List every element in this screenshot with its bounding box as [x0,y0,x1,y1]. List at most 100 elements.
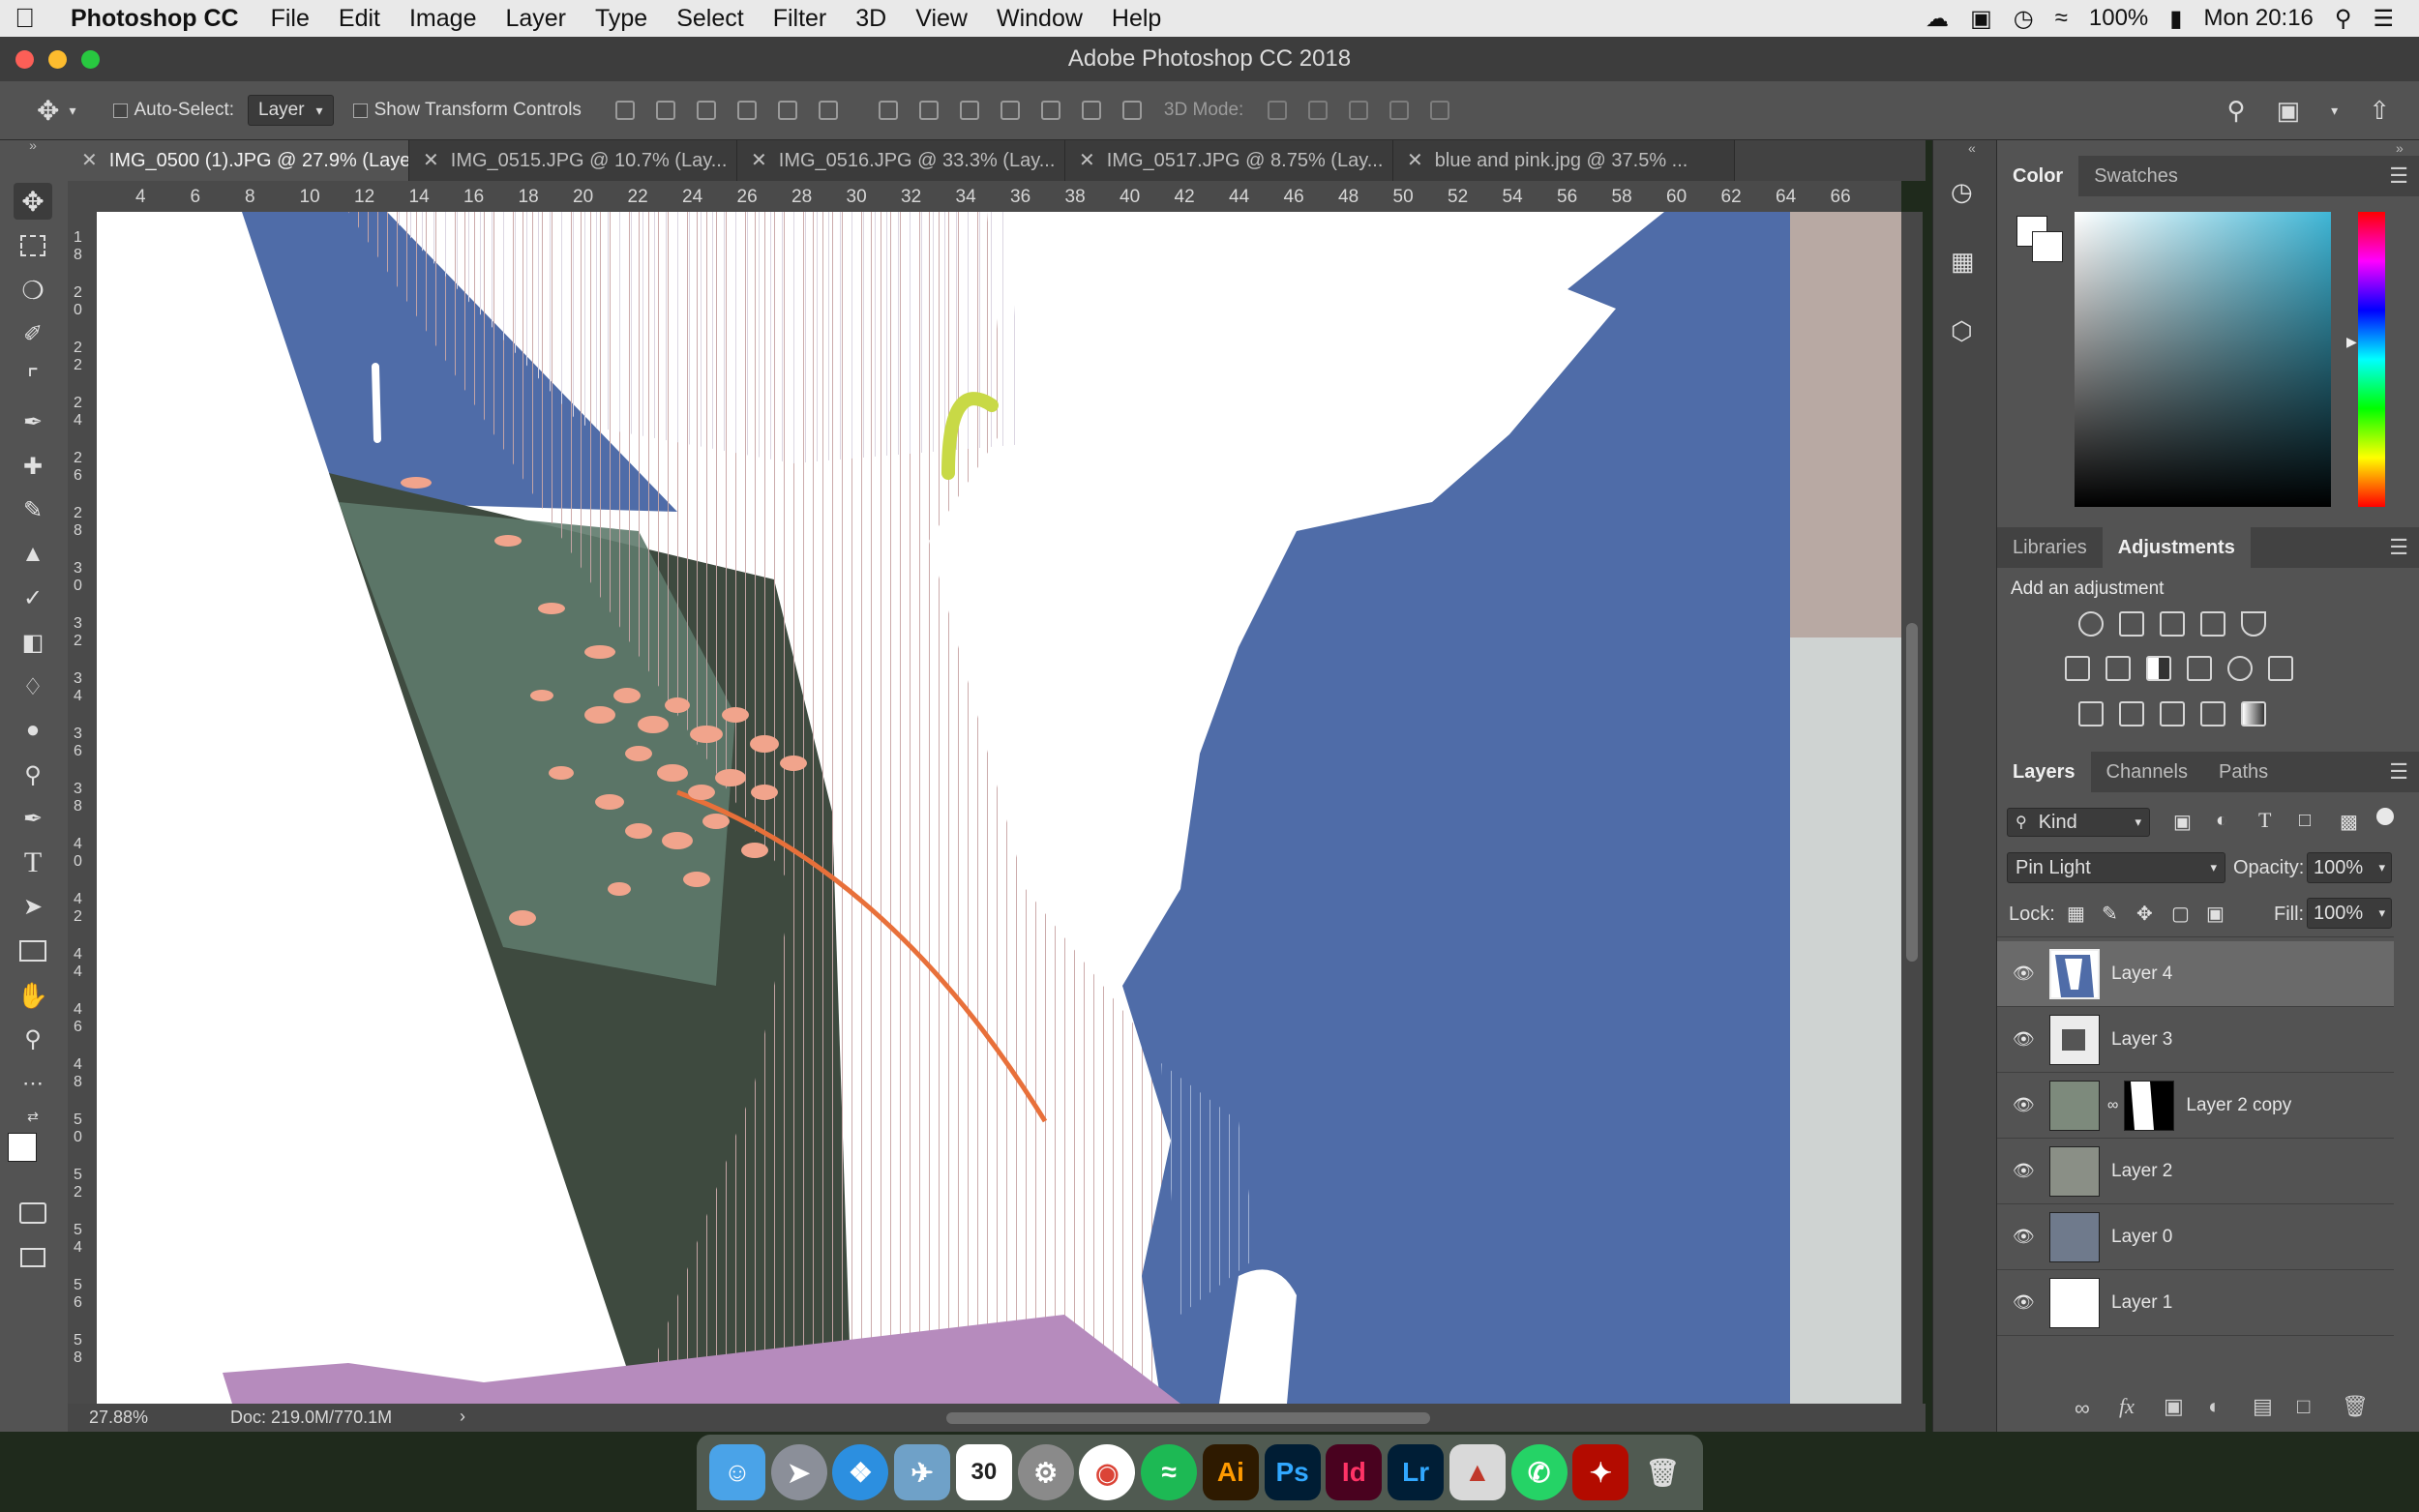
channel-mixer-icon[interactable] [2227,656,2253,681]
color-lookup-icon[interactable] [2268,656,2293,681]
vertical-ruler[interactable]: 18 20 22 24 26 28 30 32 34 36 38 40 42 44 46 48 50 52 54 56… [68,212,98,1404]
apple-icon[interactable]:  [0,3,49,34]
hand-tool-icon[interactable]: ✋ [14,977,52,1014]
color-field[interactable] [2075,212,2331,507]
black-white-icon[interactable] [2146,656,2171,681]
whatsapp-icon[interactable]: ✆ [1510,1444,1568,1500]
minimize-window-button[interactable] [48,50,67,69]
show-transform-toggle[interactable]: Show Transform Controls [352,100,582,121]
menu-select[interactable]: Select [662,5,758,33]
blur-tool-icon[interactable]: ● [14,712,52,749]
panel-menu-icon[interactable]: ☰ [2389,535,2408,560]
visibility-eye-icon[interactable]: 👁 [2013,1292,2038,1313]
zoom-level[interactable]: 27.88% [89,1408,148,1428]
eyedropper-tool-icon[interactable]: ✒ [14,403,52,440]
history-brush-tool-icon[interactable]: ✓ [14,579,52,616]
tab-swatches[interactable]: Swatches [2078,156,2194,196]
close-tab-icon[interactable]: ✕ [751,150,767,171]
more-tools-icon[interactable]: ⋯ [14,1065,52,1102]
align-right-icon[interactable] [818,101,838,120]
safari-icon[interactable]: ❖ [832,1444,889,1500]
layer-name[interactable]: Layer 2 copy [2186,1095,2291,1116]
collapse-tools-icon[interactable]: » [14,137,52,153]
delete-layer-icon[interactable]: 🗑 [2342,1394,2369,1419]
curves-icon[interactable] [2160,611,2185,637]
align-vertical-center-icon[interactable] [655,101,675,120]
move-tool-preset-icon[interactable]: ✥ [37,95,59,127]
indesign-icon[interactable]: Id [1326,1444,1383,1500]
background-color-swatch[interactable] [2032,231,2063,262]
vertical-scrollbar[interactable] [1901,212,1923,1404]
path-selection-tool-icon[interactable]: ➤ [14,888,52,925]
distribute-hcenter-icon[interactable] [1040,101,1060,120]
smart-object-filter-icon[interactable]: ▩ [2340,810,2358,834]
menu-view[interactable]: View [901,5,982,33]
tab-libraries[interactable]: Libraries [1997,527,2103,568]
hue-slider[interactable] [2358,212,2385,507]
panel-menu-icon[interactable]: ☰ [2389,163,2408,189]
notification-icon[interactable]: ▣ [1970,5,1992,33]
layer-row[interactable]: 👁 Layer 3 [1997,1007,2394,1073]
layer-mask-thumbnail[interactable] [2124,1080,2175,1131]
auto-select-checkbox[interactable] [112,103,128,118]
visibility-eye-icon[interactable]: 👁 [2013,1029,2038,1050]
distribute-top-icon[interactable] [878,101,898,120]
distribute-bottom-icon[interactable] [959,101,979,120]
color-balance-icon[interactable] [2105,656,2131,681]
preview-icon[interactable]: ✈ [894,1444,951,1500]
menu-window[interactable]: Window [982,5,1097,33]
link-layers-icon[interactable]: ∞ [2075,1396,2090,1421]
collapse-icon[interactable]: « [1968,140,1976,156]
horizontal-ruler[interactable]: 4 6 8 10 12 14 16 18 20 22 24 26 28 30 32 34 36 38 40 42 44 4… [68,181,1901,213]
lock-transparent-pixels-icon[interactable]: ▦ [2067,902,2085,926]
tab-paths[interactable]: Paths [2203,752,2284,792]
move-tool-icon[interactable]: ✥ [14,183,52,220]
layer-filter-dropdown[interactable]: ⚲ Kind ▾ [2007,808,2150,837]
link-icon[interactable]: ∞ [2107,1097,2118,1114]
layer-name[interactable]: Layer 0 [2111,1227,2172,1248]
add-mask-icon[interactable]: ▣ [2164,1394,2184,1419]
share-icon[interactable]: ⇧ [2369,96,2390,126]
creative-cloud-icon[interactable]: ☁ [1926,5,1949,33]
distribute-vcenter-icon[interactable] [918,101,939,120]
3d-roll-icon[interactable] [1308,101,1329,120]
shape-filter-icon[interactable]: □ [2299,810,2311,832]
zoom-tool-icon[interactable]: ⚲ [14,1021,52,1057]
finder-icon[interactable]: ☺ [708,1444,765,1500]
swap-colors-icon[interactable]: ⇄ [14,1098,52,1135]
visibility-eye-icon[interactable]: 👁 [2013,1161,2038,1181]
menu-layer[interactable]: Layer [491,5,581,33]
document-tab[interactable]: ✕ IMG_0517.JPG @ 8.75% (Lay... [1065,140,1393,181]
tab-layers[interactable]: Layers [1997,752,2091,792]
quick-mask-icon[interactable] [14,1195,52,1231]
spotlight-icon[interactable]: ⚲ [2335,5,2352,33]
notification-center-icon[interactable]: ☰ [2373,5,2394,33]
horizontal-scrollbar[interactable] [946,1412,1430,1424]
status-menu-icon[interactable]: › [460,1407,465,1427]
close-tab-icon[interactable]: ✕ [1407,150,1423,171]
document-canvas[interactable] [97,212,1901,1404]
align-horizontal-center-icon[interactable] [777,101,797,120]
auto-select-dropdown[interactable]: Layer ▾ [248,95,334,126]
healing-brush-tool-icon[interactable]: ✚ [14,448,52,485]
close-window-button[interactable] [15,50,34,69]
document-tab[interactable]: ✕ IMG_0500 (1).JPG @ 27.9% (Layer 4, RGB/… [68,140,409,181]
menu-image[interactable]: Image [395,5,491,33]
lock-position-icon[interactable]: ✥ [2136,902,2153,926]
hue-marker-icon[interactable]: ▶ [2346,334,2357,350]
document-tab[interactable]: ✕ blue and pink.jpg @ 37.5% ... [1393,140,1735,181]
time-machine-icon[interactable]: ◷ [2014,5,2034,33]
fill-input[interactable]: 100% ▾ [2307,898,2392,929]
photo-filter-icon[interactable] [2187,656,2212,681]
vibrance-icon[interactable] [2241,611,2266,637]
tab-color[interactable]: Color [1997,156,2079,196]
layer-name[interactable]: Layer 4 [2111,964,2172,985]
rectangle-tool-icon[interactable] [14,933,52,969]
battery-percentage[interactable]: 100% [2089,5,2148,32]
crop-tool-icon[interactable]: ⌜ [14,360,52,397]
invert-icon[interactable] [2078,701,2104,726]
layer-row[interactable]: 👁 ∞ Layer 2 copy [1997,1073,2394,1139]
exposure-icon[interactable] [2200,611,2225,637]
quick-selection-tool-icon[interactable]: ✐ [14,315,52,352]
dodge-tool-icon[interactable]: ⚲ [14,756,52,793]
